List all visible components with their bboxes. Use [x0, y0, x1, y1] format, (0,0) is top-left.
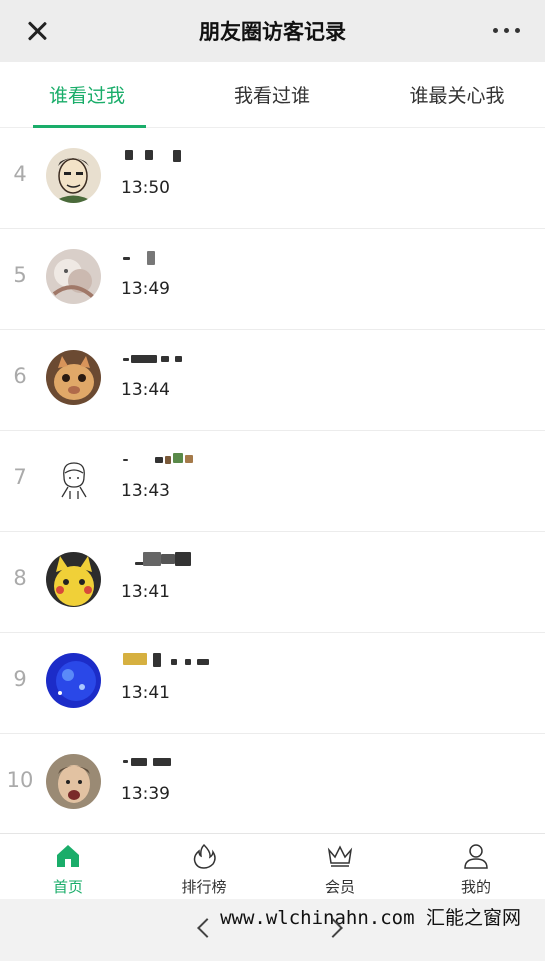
- nav-ranking-label: 排行榜: [181, 878, 227, 896]
- flame-icon: [193, 843, 216, 869]
- visit-time: 13:44: [121, 380, 170, 400]
- tab-bar: 谁看过我 我看过谁 谁最关心我: [0, 62, 545, 129]
- visitor-list: 4 13:50 5 13:49 6 13:44 7 13:43 8 13:41 …: [0, 128, 545, 835]
- avatar: [46, 754, 101, 809]
- nav-me[interactable]: 我的: [408, 834, 544, 900]
- home-icon: [57, 845, 79, 867]
- page-title: 朋友圈访客记录: [199, 20, 346, 44]
- list-item[interactable]: 8 13:41: [0, 532, 545, 633]
- tab-who-cares-most[interactable]: 谁最关心我: [366, 81, 545, 108]
- visit-time: 13:43: [121, 481, 170, 501]
- nav-ranking[interactable]: 排行榜: [136, 834, 272, 900]
- nav-home[interactable]: 首页: [0, 834, 136, 900]
- avatar: [46, 552, 101, 607]
- list-item[interactable]: 7 13:43: [0, 431, 545, 532]
- avatar: [46, 451, 101, 506]
- list-item[interactable]: 5 13:49: [0, 229, 545, 330]
- visit-time: 13:39: [121, 784, 170, 804]
- avatar: [46, 350, 101, 405]
- tab-who-i-viewed[interactable]: 我看过谁: [181, 81, 363, 108]
- visitor-name-redacted: [121, 251, 241, 265]
- title-bar: 朋友圈访客记录: [0, 0, 545, 62]
- avatar: [46, 653, 101, 708]
- visit-time: 13:41: [121, 582, 170, 602]
- visitor-name-redacted: [121, 756, 241, 770]
- tab-who-viewed-me[interactable]: 谁看过我: [0, 81, 178, 108]
- rank-number: 7: [13, 465, 27, 489]
- list-item[interactable]: 10 13:39: [0, 734, 545, 835]
- rank-number: 9: [13, 667, 27, 691]
- crown-icon: [327, 845, 353, 867]
- rank-number: 6: [13, 364, 27, 388]
- bottom-nav: 首页 排行榜 会员 我的: [0, 833, 545, 899]
- list-item[interactable]: 4 13:50: [0, 128, 545, 229]
- avatar: [46, 148, 101, 203]
- visitor-name-redacted: [121, 552, 241, 568]
- more-options-icon[interactable]: [493, 28, 523, 36]
- visitor-name-redacted: [121, 453, 241, 467]
- visitor-name-redacted: [121, 150, 241, 164]
- nav-me-label: 我的: [460, 878, 491, 896]
- visitor-name-redacted: [121, 653, 241, 669]
- avatar: [46, 249, 101, 304]
- browser-toolbar: www.wlchinahn.com 汇能之窗网: [0, 899, 545, 961]
- nav-membership-label: 会员: [324, 878, 355, 896]
- back-chevron-icon[interactable]: [197, 918, 217, 938]
- rank-number: 5: [13, 263, 27, 287]
- visit-time: 13:49: [121, 279, 170, 299]
- person-icon: [464, 844, 488, 869]
- nav-home-label: 首页: [52, 878, 83, 896]
- rank-number: 8: [13, 566, 27, 590]
- list-item[interactable]: 6 13:44: [0, 330, 545, 431]
- visit-time: 13:50: [121, 178, 170, 198]
- visit-time: 13:41: [121, 683, 170, 703]
- watermark-text: www.wlchinahn.com 汇能之窗网: [220, 907, 521, 929]
- visitor-name-redacted: [121, 352, 241, 366]
- list-item[interactable]: 9 13:41: [0, 633, 545, 734]
- nav-membership[interactable]: 会员: [272, 834, 408, 900]
- rank-number: 4: [13, 162, 27, 186]
- rank-number: 10: [6, 768, 34, 792]
